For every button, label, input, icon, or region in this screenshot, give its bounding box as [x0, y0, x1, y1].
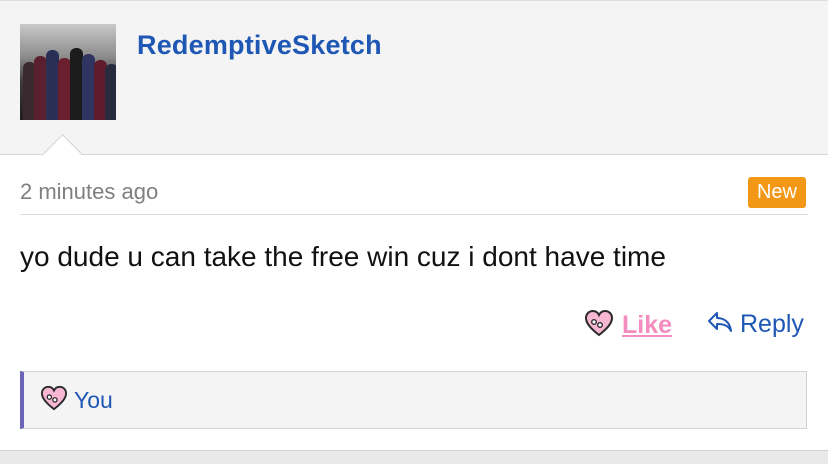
avatar[interactable] — [20, 24, 116, 120]
heart-face-icon — [40, 385, 68, 416]
next-item-edge — [0, 450, 828, 464]
divider — [20, 214, 808, 215]
post-page: RedemptiveSketch 2 minutes ago New yo du… — [0, 0, 828, 464]
reply-button[interactable]: Reply — [706, 310, 804, 339]
like-label: Like — [622, 311, 673, 339]
post-message: yo dude u can take the free win cuz i do… — [20, 241, 666, 272]
new-badge: New — [748, 177, 806, 208]
post-timestamp: 2 minutes ago — [20, 179, 159, 204]
likes-summary: You — [20, 371, 807, 429]
reply-label: Reply — [740, 310, 804, 338]
post-header: RedemptiveSketch — [0, 0, 828, 155]
reply-arrow-icon — [706, 310, 734, 339]
liker-you-link[interactable]: You — [74, 387, 113, 414]
heart-face-icon — [584, 309, 614, 342]
username-link[interactable]: RedemptiveSketch — [137, 30, 382, 61]
like-button[interactable]: Like — [584, 309, 672, 342]
